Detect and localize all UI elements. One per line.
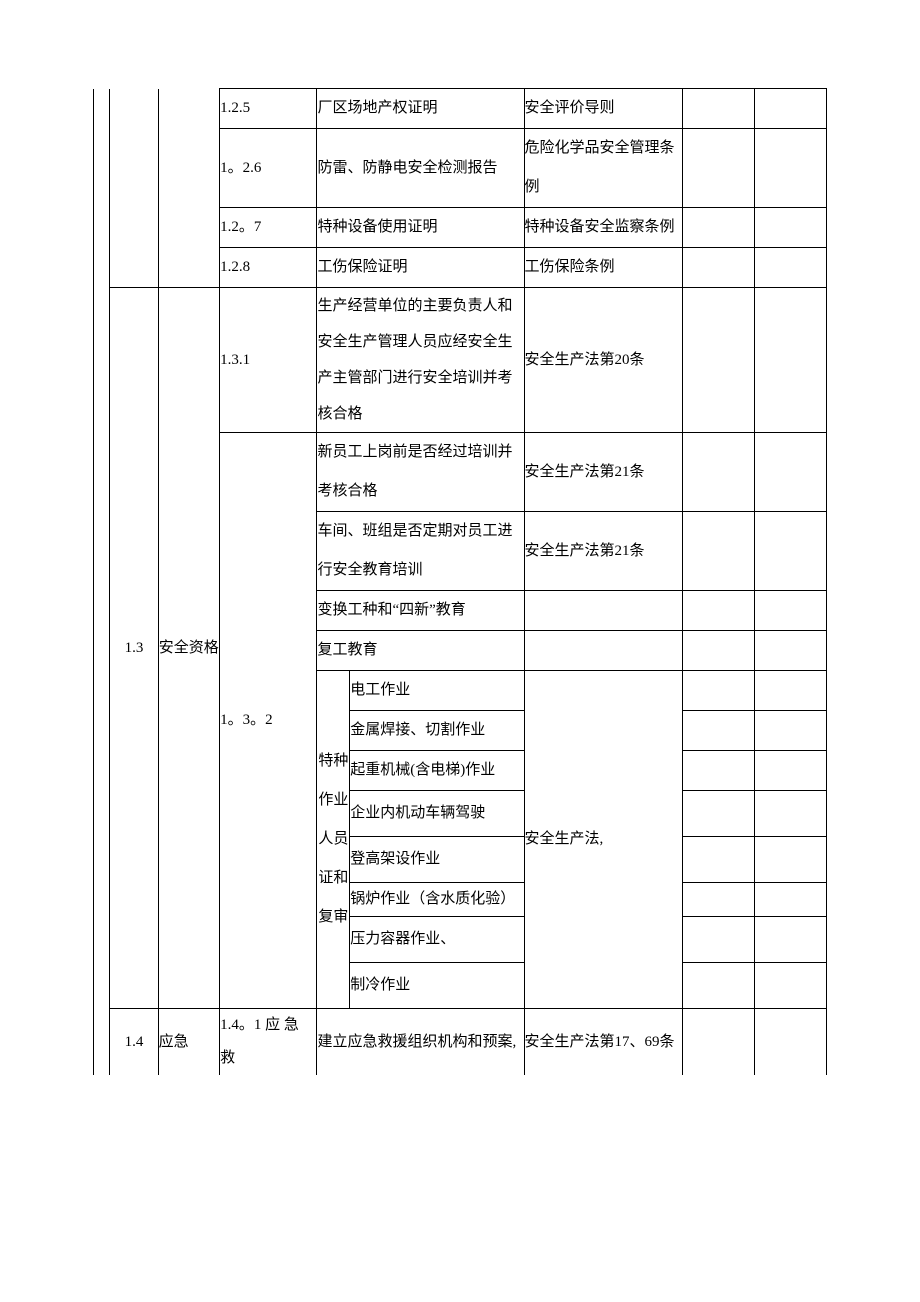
blank-cell — [683, 791, 755, 837]
blank-cell — [683, 89, 755, 129]
law-cell: 安全评价导则 — [524, 89, 683, 129]
blank-cell — [755, 288, 827, 433]
law-cell: 安全生产法第21条 — [524, 433, 683, 512]
law-cell: 安全生产法第17、69条 — [524, 1009, 683, 1076]
desc-cell: 金属焊接、切割作业 — [350, 711, 524, 751]
code-cell: 1.4。1 应 急 救 — [220, 1009, 317, 1076]
blank-cell — [755, 671, 827, 711]
blank-cell — [683, 129, 755, 208]
blank-cell — [755, 631, 827, 671]
law-cell: 特种设备安全监察条例 — [524, 208, 683, 248]
table-row: 1.2.5 厂区场地产权证明 安全评价导则 — [94, 89, 827, 129]
law-cell: 安全生产法第20条 — [524, 288, 683, 433]
law-cell: 安全生产法, — [524, 671, 683, 1009]
blank-cell — [755, 963, 827, 1009]
col-section-title — [158, 89, 220, 288]
col-section-num — [110, 89, 158, 288]
blank-cell — [683, 963, 755, 1009]
section-num: 1.4 — [110, 1009, 158, 1076]
blank-cell — [683, 433, 755, 512]
blank-cell — [683, 917, 755, 963]
desc-cell: 电工作业 — [350, 671, 524, 711]
blank-cell — [683, 751, 755, 791]
blank-cell — [755, 89, 827, 129]
desc-cell: 生产经营单位的主要负责人和安全生产管理人员应经安全生产主管部门进行安全培训并考核… — [317, 288, 524, 433]
document-table: 1.2.5 厂区场地产权证明 安全评价导则 1。2.6 防雷、防静电安全检测报告… — [93, 88, 827, 1075]
blank-cell — [755, 248, 827, 288]
col-blank-left — [94, 89, 110, 1076]
desc-cell: 防雷、防静电安全检测报告 — [317, 129, 524, 208]
blank-cell — [683, 208, 755, 248]
blank-cell — [755, 791, 827, 837]
blank-cell — [755, 512, 827, 591]
blank-cell — [683, 711, 755, 751]
desc-cell: 锅炉作业（含水质化验） — [350, 883, 524, 917]
desc-cell: 建立应急救援组织机构和预案, — [317, 1009, 524, 1076]
desc-cell: 复工教育 — [317, 631, 524, 671]
code-cell: 1.2.8 — [220, 248, 317, 288]
desc-cell: 制冷作业 — [350, 963, 524, 1009]
blank-cell — [683, 631, 755, 671]
blank-cell — [755, 129, 827, 208]
blank-cell — [755, 1009, 827, 1076]
law-cell: 危险化学品安全管理条例 — [524, 129, 683, 208]
blank-cell — [683, 512, 755, 591]
blank-cell — [755, 917, 827, 963]
blank-cell — [683, 671, 755, 711]
blank-cell — [683, 248, 755, 288]
code-cell: 1.2。7 — [220, 208, 317, 248]
section-title: 应急 — [158, 1009, 220, 1076]
desc-cell: 变换工种和“四新”教育 — [317, 591, 524, 631]
code-cell: 1.2.5 — [220, 89, 317, 129]
desc-cell: 工伤保险证明 — [317, 248, 524, 288]
desc-cell: 特种设备使用证明 — [317, 208, 524, 248]
desc-cell: 压力容器作业、 — [350, 917, 524, 963]
blank-cell — [755, 433, 827, 512]
table-row: 1.4 应急 1.4。1 应 急 救 建立应急救援组织机构和预案, 安全生产法第… — [94, 1009, 827, 1076]
law-cell — [524, 631, 683, 671]
vertical-label: 特种作业人员证和复审 — [317, 671, 350, 1009]
section-title: 安全资格 — [158, 288, 220, 1009]
desc-cell: 新员工上岗前是否经过培训并考核合格 — [317, 433, 524, 512]
blank-cell — [683, 288, 755, 433]
desc-cell: 登高架设作业 — [350, 837, 524, 883]
code-cell: 1.3.1 — [220, 288, 317, 433]
code-cell: 1。2.6 — [220, 129, 317, 208]
desc-cell: 厂区场地产权证明 — [317, 89, 524, 129]
blank-cell — [683, 837, 755, 883]
blank-cell — [755, 591, 827, 631]
blank-cell — [683, 591, 755, 631]
blank-cell — [683, 1009, 755, 1076]
law-cell — [524, 591, 683, 631]
law-cell: 安全生产法第21条 — [524, 512, 683, 591]
blank-cell — [755, 837, 827, 883]
desc-cell: 企业内机动车辆驾驶 — [350, 791, 524, 837]
desc-cell: 起重机械(含电梯)作业 — [350, 751, 524, 791]
blank-cell — [755, 883, 827, 917]
blank-cell — [755, 751, 827, 791]
blank-cell — [755, 711, 827, 751]
code-cell: 1。3。2 — [220, 433, 317, 1009]
section-num: 1.3 — [110, 288, 158, 1009]
desc-cell: 车间、班组是否定期对员工进行安全教育培训 — [317, 512, 524, 591]
law-cell: 工伤保险条例 — [524, 248, 683, 288]
blank-cell — [755, 208, 827, 248]
table-row: 1.3 安全资格 1.3.1 生产经营单位的主要负责人和安全生产管理人员应经安全… — [94, 288, 827, 433]
blank-cell — [683, 883, 755, 917]
